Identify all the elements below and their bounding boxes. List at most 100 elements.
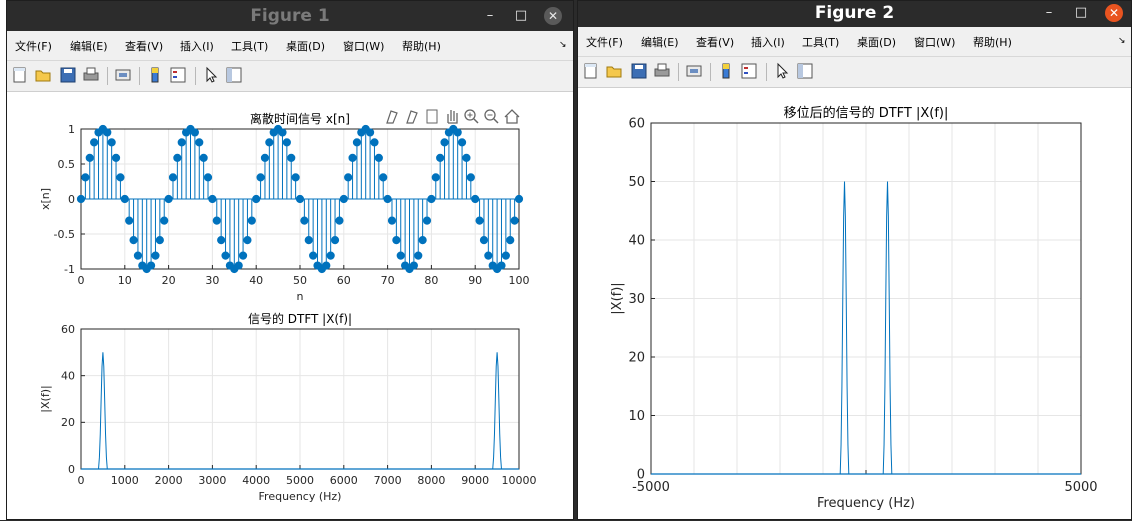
stem-marker <box>304 236 313 245</box>
stem-marker <box>111 153 121 162</box>
brush-icon[interactable] <box>386 110 398 124</box>
y-tick-label: -0.5 <box>54 228 75 241</box>
y-tick-label: 0 <box>68 193 75 206</box>
x-tick-label: 3000 <box>198 474 226 487</box>
stem-marker <box>234 261 243 270</box>
x-tick-label: 70 <box>381 274 395 287</box>
x-tick-label: 10000 <box>502 474 537 487</box>
stem-marker <box>396 251 405 260</box>
y-tick-label: 50 <box>628 175 645 190</box>
stem-marker <box>212 216 221 225</box>
stem-marker <box>256 173 265 182</box>
stem-marker <box>146 261 156 270</box>
y-tick-label: 0.5 <box>58 158 76 171</box>
figure-1-window[interactable]: Figure 1 – □ ✕ 文件(F) 编辑(E) 查看(V) 插入(I) 工… <box>6 0 574 520</box>
chart-title: 离散时间信号 x[n] <box>250 111 350 126</box>
stem-marker <box>151 251 160 260</box>
home-icon[interactable] <box>504 109 520 124</box>
stem-marker <box>199 153 208 162</box>
stem-marker <box>379 173 388 182</box>
stem-marker <box>497 261 506 270</box>
stem-marker <box>422 216 432 225</box>
stem-marker <box>309 251 318 260</box>
stem-marker <box>510 216 519 225</box>
stem-marker <box>365 128 375 137</box>
x-tick-label: 90 <box>468 274 482 287</box>
chart-title: 信号的 DTFT |X(f)| <box>248 311 352 326</box>
stem-marker <box>243 236 252 245</box>
x-axis-label: n <box>297 290 304 303</box>
stem-marker <box>190 128 199 137</box>
x-tick-label: 20 <box>162 274 176 287</box>
x-tick-label: 10 <box>118 274 132 287</box>
stem-marker <box>103 128 112 137</box>
stem-marker <box>173 153 182 162</box>
stem-marker <box>330 236 340 245</box>
stem-marker <box>348 153 357 162</box>
stem-marker <box>462 153 471 162</box>
data-tip-icon[interactable] <box>406 110 418 124</box>
y-tick-label: 0 <box>68 463 75 476</box>
y-axis-label: |X(f)| <box>39 385 52 412</box>
y-tick-label: 20 <box>61 416 75 429</box>
stem-marker <box>129 236 138 245</box>
stem-marker <box>484 251 493 260</box>
stem-marker <box>265 138 274 147</box>
stem-marker <box>85 153 94 162</box>
stem-marker <box>506 236 515 245</box>
x-tick-label: 6000 <box>330 474 358 487</box>
stem-marker <box>177 138 186 147</box>
x-tick-label: 60 <box>337 274 351 287</box>
stem-marker <box>168 173 178 182</box>
stem-marker <box>436 153 445 162</box>
stem-marker <box>217 236 226 245</box>
stem-marker <box>300 216 309 225</box>
stem-marker <box>475 216 484 225</box>
figure-2-plot-area: -5000 50000102030405060移位后的信号的 DTFT |X(f)… <box>610 105 1098 511</box>
stem-marker <box>195 138 204 147</box>
stem-marker <box>414 251 423 260</box>
x-tick-label: 5000 <box>286 474 314 487</box>
x-tick-label: 100 <box>509 274 530 287</box>
stem-marker <box>352 138 362 147</box>
y-tick-label: 40 <box>61 370 75 383</box>
stem-marker <box>374 153 383 162</box>
stem-marker <box>326 251 335 260</box>
stem-marker <box>238 251 248 260</box>
stem-marker <box>247 216 256 225</box>
stem-marker <box>370 138 379 147</box>
stem-marker <box>344 173 353 182</box>
x-tick-label: 9000 <box>461 474 489 487</box>
stem-marker <box>282 138 291 147</box>
stem-marker <box>392 236 401 245</box>
zoom-out-icon[interactable] <box>484 109 499 124</box>
stem-marker <box>260 153 270 162</box>
x-axis-label: Frequency (Hz) <box>817 496 915 511</box>
stem-marker <box>81 173 90 182</box>
stem-marker <box>221 251 230 260</box>
export-icon[interactable] <box>426 109 438 124</box>
x-tick-label: 50 <box>293 274 307 287</box>
x-tick-label: 30 <box>205 274 219 287</box>
stem-marker <box>335 216 344 225</box>
stem-marker <box>501 251 510 260</box>
stem-marker <box>203 173 213 182</box>
y-tick-label: 0 <box>637 468 645 483</box>
stem-marker <box>387 216 397 225</box>
stem-marker <box>322 261 331 270</box>
stem-marker <box>409 261 418 270</box>
stem-marker <box>457 138 467 147</box>
stem-marker <box>90 138 99 147</box>
stem-marker <box>278 128 287 137</box>
pan-icon[interactable] <box>447 110 458 124</box>
zoom-in-icon[interactable] <box>464 109 479 124</box>
x-tick-label: 7000 <box>374 474 402 487</box>
chart-title: 移位后的信号的 DTFT |X(f)| <box>784 105 949 121</box>
stem-marker <box>287 153 296 162</box>
stem-marker <box>133 251 143 260</box>
stem-marker <box>291 173 300 182</box>
figure-2-window[interactable]: Figure 2 – □ ✕ 文件(F) 编辑(E) 查看(V) 插入(I) 工… <box>577 0 1132 520</box>
x-tick-label: 1000 <box>111 474 139 487</box>
y-tick-label: 1 <box>68 123 75 136</box>
x-tick-label: 0 <box>78 474 85 487</box>
